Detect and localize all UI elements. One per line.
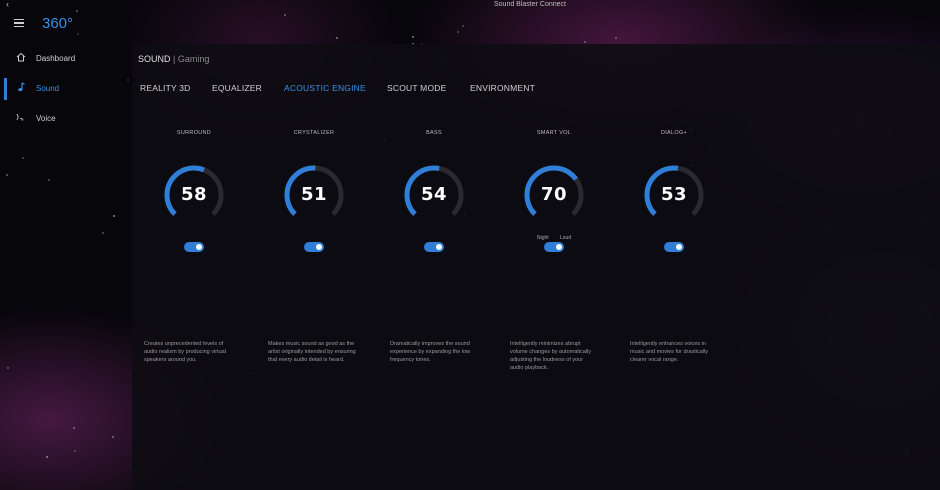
feature-description: Dramatically improves the sound experien… <box>390 341 471 363</box>
feature-label: BASS <box>426 130 442 136</box>
sidebar-item-label: Dashboard <box>36 54 76 63</box>
star-dot <box>48 179 50 181</box>
bass-knob[interactable]: 54 <box>403 164 465 226</box>
breadcrumb-profile: Gaming <box>177 54 210 64</box>
night-label: Night <box>537 235 549 241</box>
app-brand-logo: 360° <box>42 15 74 32</box>
star-dot <box>112 436 114 438</box>
star-dot <box>615 37 617 39</box>
toggle-thumb <box>556 244 562 250</box>
feature-description: Creates unprecedented levels of audio re… <box>144 341 226 363</box>
bass-toggle[interactable] <box>424 242 444 252</box>
voice-icon <box>16 113 24 121</box>
app-header: 360° <box>0 12 130 36</box>
star-dot <box>584 41 586 43</box>
crystalizer-toggle[interactable] <box>304 242 324 252</box>
dialog-plus-toggle[interactable] <box>664 242 684 252</box>
knob-value: 53 <box>660 184 688 205</box>
dialog-plus-knob[interactable]: 53 <box>643 164 705 226</box>
knob-value: 58 <box>180 184 208 205</box>
sidebar-item-label: Voice <box>36 114 56 123</box>
sidebar-nav: Dashboard Sound Voice <box>0 44 132 134</box>
feature-description: Intelligently enhances voices in music a… <box>630 341 708 363</box>
sidebar-item-voice[interactable]: Voice <box>0 104 132 134</box>
star-dot <box>6 174 8 176</box>
sidebar-item-sound[interactable]: Sound <box>0 74 132 104</box>
feature-description: Makes music sound as good as the artist … <box>268 341 356 363</box>
main-panel: SOUND | Gaming REALITY 3D EQUALIZER ACOU… <box>132 44 940 490</box>
star-dot <box>457 31 459 33</box>
breadcrumb-separator: | <box>170 54 178 64</box>
sidebar-item-label: Sound <box>36 84 60 93</box>
hamburger-menu-icon[interactable] <box>14 19 24 28</box>
window-titlebar: ‹ Sound Blaster Connect <box>0 0 940 12</box>
star-dot <box>113 215 115 217</box>
sidebar-item-dashboard[interactable]: Dashboard <box>0 44 132 74</box>
toggle-thumb <box>196 244 202 250</box>
star-dot <box>284 14 286 16</box>
window-title: Sound Blaster Connect <box>494 1 566 8</box>
feature-label: CRYSTALIZER <box>293 130 335 136</box>
tab-equalizer[interactable]: EQUALIZER <box>212 83 262 93</box>
tab-acoustic-engine[interactable]: ACOUSTIC ENGINE <box>284 83 366 93</box>
star-dot <box>73 427 75 429</box>
knob-value: 70 <box>540 184 568 205</box>
crystalizer-knob[interactable]: 51 <box>283 164 345 226</box>
feature-description: Intelligently minimizes abrupt volume ch… <box>510 341 592 371</box>
tab-scout-mode[interactable]: SCOUT MODE <box>387 83 446 93</box>
breadcrumb-section: SOUND <box>138 54 171 64</box>
star-dot <box>46 456 48 458</box>
star-dot <box>412 36 414 38</box>
star-dot <box>462 25 464 27</box>
feature-label: DIALOG+ <box>660 130 688 136</box>
smart-vol-knob[interactable]: 70 <box>523 164 585 226</box>
tab-reality-3d[interactable]: REALITY 3D <box>140 83 191 93</box>
tab-environment[interactable]: ENVIRONMENT <box>470 83 535 93</box>
star-dot <box>102 232 104 234</box>
knob-value: 54 <box>420 184 448 205</box>
home-icon <box>16 52 26 62</box>
smart-vol-toggle[interactable] <box>544 242 564 252</box>
breadcrumb: SOUND | Gaming <box>138 54 209 64</box>
knob-value: 51 <box>300 184 328 205</box>
star-dot <box>22 157 24 159</box>
toggle-thumb <box>436 244 442 250</box>
loud-label: Loud <box>560 235 572 241</box>
star-dot <box>7 367 9 369</box>
surround-toggle[interactable] <box>184 242 204 252</box>
feature-label: SURROUND <box>176 130 212 136</box>
feature-label: SMART VOL <box>536 130 572 136</box>
surround-knob[interactable]: 58 <box>163 164 225 226</box>
toggle-thumb <box>316 244 322 250</box>
toggle-thumb <box>676 244 682 250</box>
star-dot <box>74 450 76 452</box>
music-note-icon <box>18 82 25 92</box>
star-dot <box>336 37 338 39</box>
